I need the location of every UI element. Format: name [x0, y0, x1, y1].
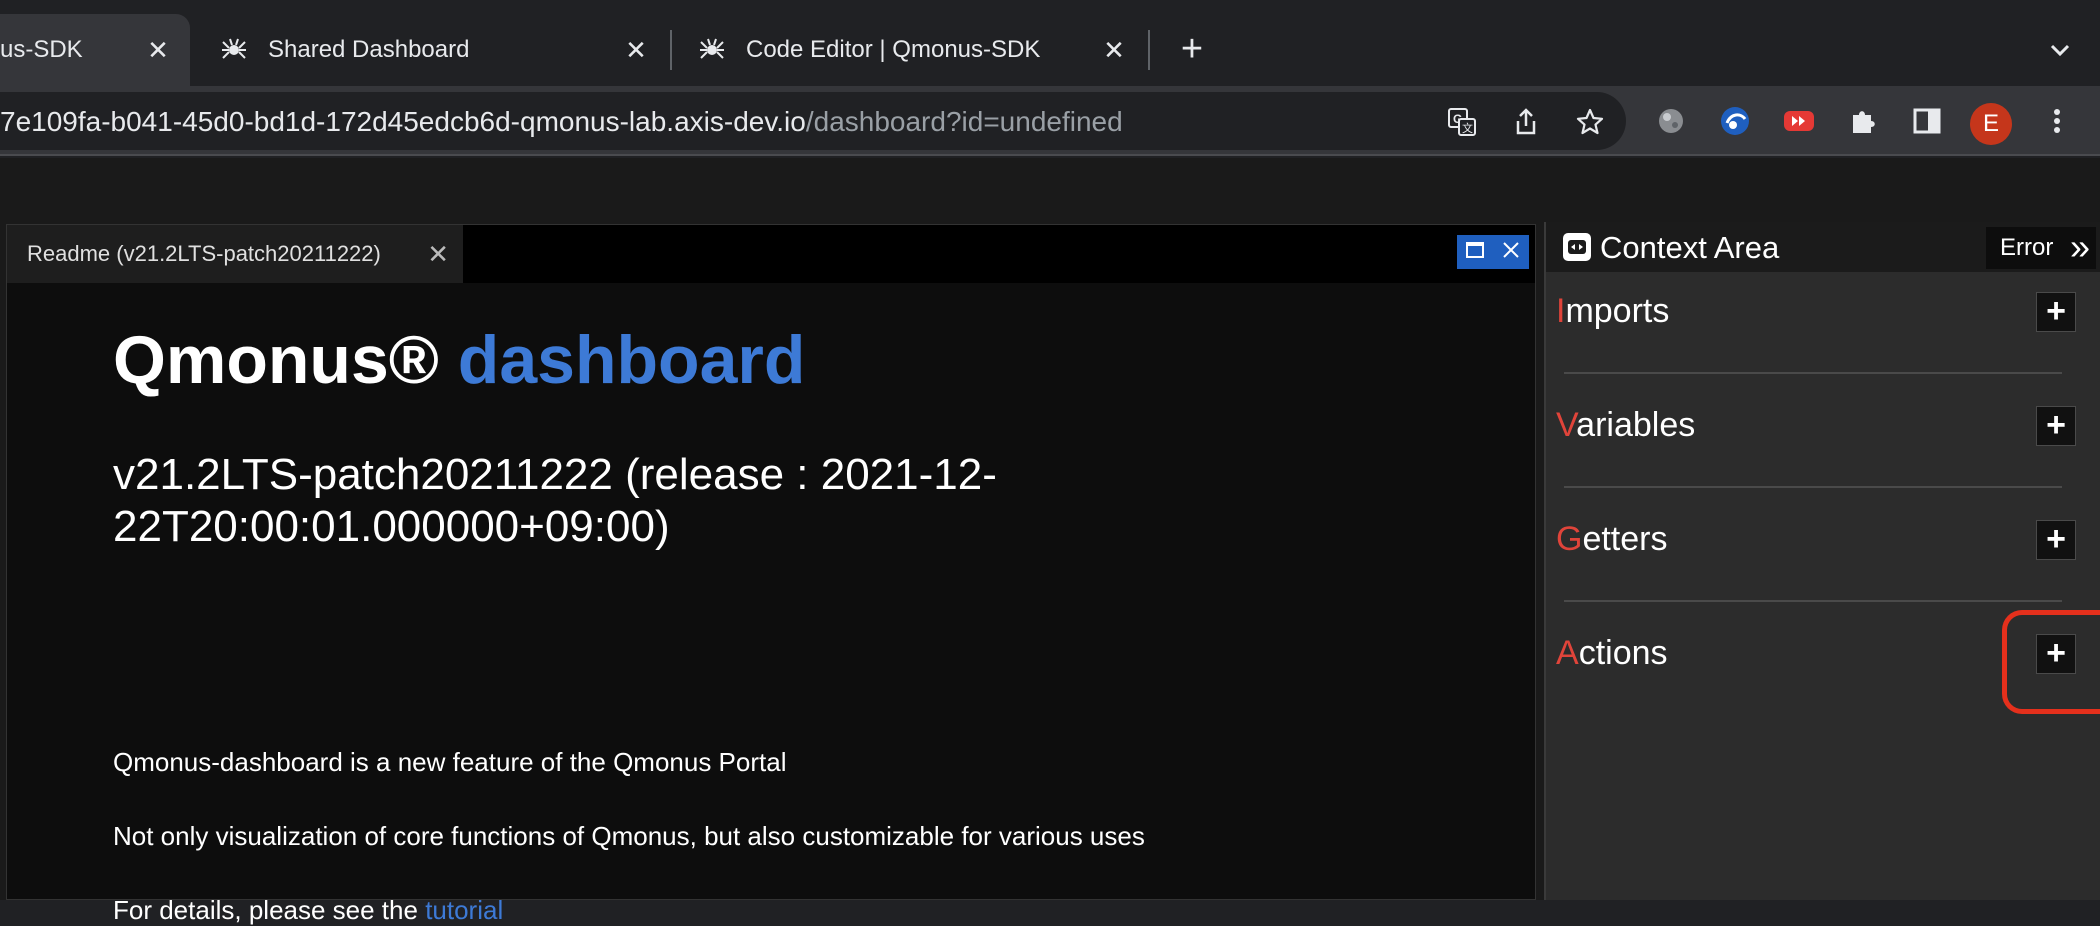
page-title: Qmonus® dashboard [113, 321, 805, 399]
profile-avatar[interactable]: E [1970, 103, 2012, 145]
section-divider [1564, 486, 2062, 488]
error-button[interactable]: Error » [1986, 227, 2096, 269]
title-accent: dashboard [457, 322, 806, 398]
panel-window-controls [1457, 235, 1529, 269]
tab-strip: us-SDK ✕ Shared Dashboard ✕ Code Editor … [0, 0, 2100, 86]
close-icon[interactable]: ✕ [142, 34, 174, 66]
section-getters: Getters + [1546, 502, 2100, 616]
close-icon[interactable]: ✕ [427, 239, 449, 270]
section-divider [1564, 600, 2062, 602]
extensions-puzzle-icon[interactable] [1846, 104, 1880, 138]
browser-toolbar: 7e109fa-b041-45d0-bd1d-172d45edcb6d-qmon… [0, 86, 2100, 156]
url-path: /dashboard?id=undefined [805, 106, 1123, 137]
video-extension-icon[interactable] [1782, 104, 1816, 138]
add-variable-button[interactable]: + [2036, 406, 2076, 446]
tab-qmonus-sdk[interactable]: us-SDK ✕ [0, 14, 190, 86]
browser-window: us-SDK ✕ Shared Dashboard ✕ Code Editor … [0, 0, 2100, 925]
page-content: Readme (v21.2LTS-patch20211222) ✕ Qmonus… [0, 158, 2100, 925]
error-label: Error [2000, 234, 2054, 261]
title-main: Qmonus® [113, 322, 439, 398]
panel-tab-bar: Readme (v21.2LTS-patch20211222) ✕ [7, 225, 1535, 283]
new-tab-button[interactable]: + [1172, 30, 1212, 70]
tab-separator [670, 30, 672, 70]
section-variables: Variables + [1546, 388, 2100, 502]
tab-search-chevron-icon[interactable] [2040, 30, 2080, 70]
tab-title: Code Editor | Qmonus-SDK [746, 36, 1041, 63]
section-label: Actions [1556, 634, 1668, 672]
blue-extension-icon[interactable] [1718, 104, 1752, 138]
share-icon[interactable] [1510, 106, 1542, 138]
description-paragraph-2: Not only visualization of core functions… [113, 821, 1145, 851]
close-panel-icon[interactable] [1501, 240, 1521, 265]
section-imports: Imports + [1546, 274, 2100, 388]
svg-text:文: 文 [1462, 121, 1473, 135]
url-host: 7e109fa-b041-45d0-bd1d-172d45edcb6d-qmon… [0, 106, 806, 137]
url-text[interactable]: 7e109fa-b041-45d0-bd1d-172d45edcb6d-qmon… [0, 106, 1123, 138]
maximize-icon[interactable] [1465, 240, 1485, 265]
section-label: Imports [1556, 292, 1670, 330]
spider-favicon-icon [696, 34, 728, 66]
tab-code-editor[interactable]: Code Editor | Qmonus-SDK ✕ [674, 14, 1146, 86]
more-menu-icon[interactable] [2040, 104, 2074, 138]
section-divider [1564, 372, 2062, 374]
tab-shared-dashboard[interactable]: Shared Dashboard ✕ [196, 14, 668, 86]
readme-tab-label: Readme (v21.2LTS-patch20211222) [27, 241, 381, 266]
highlight-annotation [2002, 610, 2100, 714]
add-getter-button[interactable]: + [2036, 520, 2076, 560]
tab-title: us-SDK [0, 36, 83, 63]
close-icon[interactable]: ✕ [1098, 34, 1130, 66]
double-chevron-right-icon: » [2069, 226, 2090, 267]
close-icon[interactable]: ✕ [620, 34, 652, 66]
description-paragraph-1: Qmonus-dashboard is a new feature of the… [113, 747, 787, 777]
section-label: Variables [1556, 406, 1696, 444]
context-area-panel: Context Area Error » Imports + Variables… [1544, 222, 2100, 900]
readme-tab[interactable]: Readme (v21.2LTS-patch20211222) ✕ [7, 225, 463, 283]
translate-icon[interactable]: G文 [1446, 106, 1478, 138]
spider-favicon-icon [218, 34, 250, 66]
context-area-header: Context Area Error » [1546, 222, 2100, 272]
globe-extension-icon[interactable] [1654, 104, 1688, 138]
bookmark-star-icon[interactable] [1574, 106, 1606, 138]
version-heading: v21.2LTS-patch20211222 (release : 2021-1… [113, 450, 997, 551]
tab-separator [1148, 30, 1150, 70]
context-area-icon [1562, 232, 1592, 262]
section-label: Getters [1556, 520, 1668, 558]
readme-panel: Readme (v21.2LTS-patch20211222) ✕ Qmonus… [6, 224, 1536, 925]
address-bar[interactable]: 7e109fa-b041-45d0-bd1d-172d45edcb6d-qmon… [0, 92, 1626, 150]
tab-title: Shared Dashboard [268, 36, 470, 63]
context-area-title: Context Area [1600, 230, 1780, 265]
add-import-button[interactable]: + [2036, 292, 2076, 332]
side-panel-icon[interactable] [1910, 104, 1944, 138]
